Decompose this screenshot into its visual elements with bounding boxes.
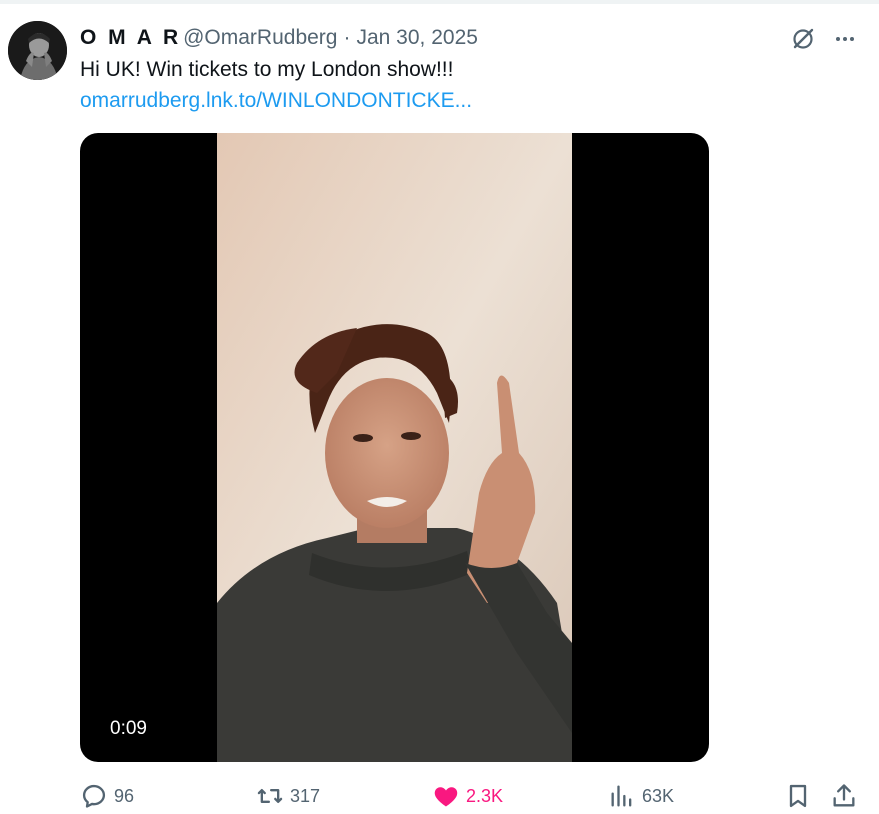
- top-divider: [0, 0, 879, 4]
- action-bar: 96 317 2.3K 63K: [0, 778, 879, 814]
- more-icon: [836, 37, 854, 41]
- reply-icon: [82, 784, 106, 808]
- more-button[interactable]: [830, 24, 860, 54]
- reply-button[interactable]: 96: [80, 778, 134, 814]
- video-frame: [217, 133, 572, 762]
- separator-dot: ·: [343, 26, 351, 49]
- reply-count: 96: [114, 785, 135, 806]
- display-name[interactable]: O M A R: [80, 26, 181, 50]
- grok-icon: [793, 28, 814, 49]
- tweet-link[interactable]: omarrudberg.lnk.to/WINLONDONTICKE...: [80, 89, 472, 113]
- video-player[interactable]: 0:09: [80, 133, 709, 762]
- user-handle[interactable]: @OmarRudberg: [183, 26, 337, 50]
- like-button[interactable]: 2.3K: [432, 778, 503, 814]
- share-icon: [833, 784, 855, 807]
- avatar[interactable]: [8, 21, 67, 80]
- heart-filled-icon: [434, 787, 458, 807]
- like-count: 2.3K: [466, 785, 504, 806]
- repost-icon: [257, 789, 283, 803]
- share-button[interactable]: [830, 778, 858, 814]
- views-icon: [611, 785, 632, 807]
- avatar-image: [8, 21, 67, 80]
- repost-count: 317: [290, 785, 321, 806]
- bookmark-button[interactable]: [784, 778, 812, 814]
- views-button[interactable]: 63K: [608, 778, 674, 814]
- views-count: 63K: [642, 785, 675, 806]
- repost-button[interactable]: 317: [256, 778, 320, 814]
- post-date[interactable]: Jan 30, 2025: [356, 26, 477, 50]
- grok-button[interactable]: [788, 24, 818, 54]
- tweet-header: O M A R @OmarRudberg · Jan 30, 2025: [80, 24, 478, 52]
- tweet-text: Hi UK! Win tickets to my London show!!!: [80, 58, 454, 81]
- video-thumbnail: [217, 133, 572, 762]
- video-timecode: 0:09: [110, 718, 147, 739]
- bookmark-icon: [789, 784, 807, 808]
